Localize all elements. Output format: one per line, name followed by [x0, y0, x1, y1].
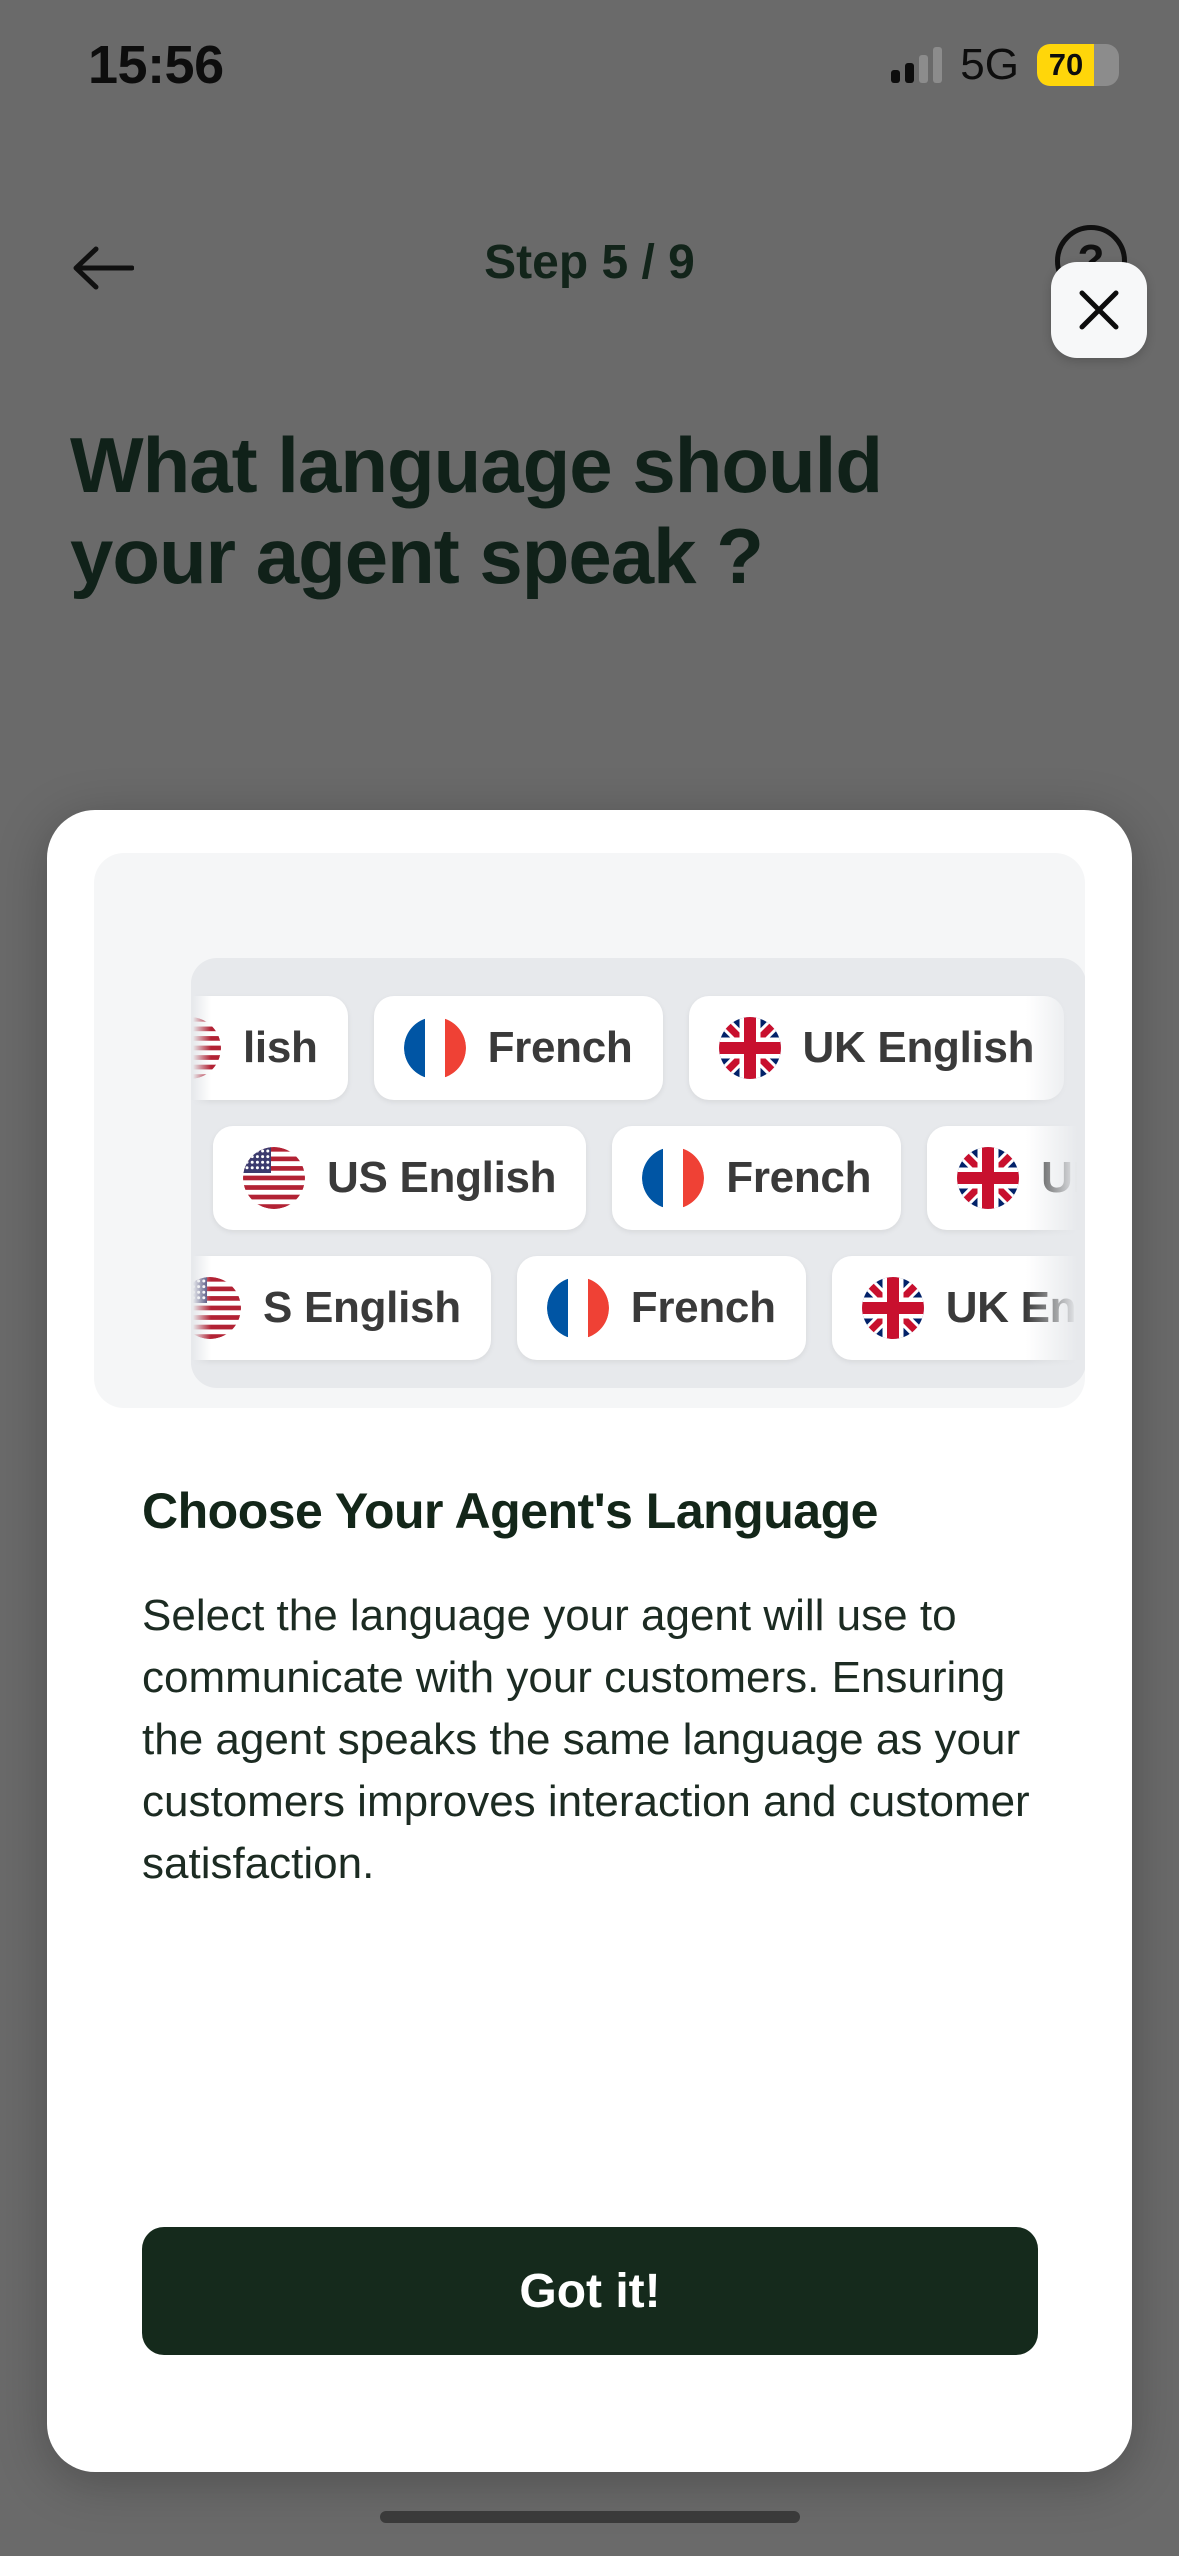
status-bar: 15:56 5G 70: [0, 0, 1179, 130]
home-indicator[interactable]: [379, 2511, 800, 2523]
language-chip-label: UK En: [945, 1283, 1077, 1332]
nav-header: Step 5 / 9 ?: [0, 215, 1179, 358]
language-chip-label: lish: [243, 1023, 318, 1072]
language-chip-label: French: [726, 1153, 872, 1202]
language-chip[interactable]: S English: [191, 1256, 491, 1360]
language-chip[interactable]: lish: [191, 996, 348, 1100]
language-chip-label: US English: [327, 1153, 557, 1202]
modal-heading: Choose Your Agent's Language: [142, 1483, 878, 1539]
language-chip-label: French: [630, 1283, 776, 1332]
language-chip-label: UK English: [1041, 1153, 1085, 1202]
got-it-button[interactable]: Got it!: [142, 2227, 1038, 2355]
language-chip[interactable]: US English: [213, 1126, 587, 1230]
language-chip[interactable]: French: [516, 1256, 806, 1360]
status-indicators: 5G 70: [891, 40, 1119, 90]
us-flag: [191, 1017, 221, 1079]
phone-screen: 15:56 5G 70 Step 5 / 9 ? What language s…: [0, 0, 1179, 2556]
gb-flag: [861, 1277, 924, 1339]
language-chip-row: US English French UK English: [213, 1126, 1085, 1230]
language-chip-row: S English French UK En: [191, 1256, 1085, 1360]
gb-flag: [718, 1017, 781, 1079]
language-chip[interactable]: French: [373, 996, 663, 1100]
modal-body-text: Select the language your agent will use …: [142, 1591, 1030, 1889]
onboarding-tooltip-modal: lish French UK English US English French UK E…: [47, 810, 1132, 2472]
got-it-label: Got it!: [519, 2264, 661, 2318]
language-chip-label: S English: [263, 1283, 461, 1332]
network-type-label: 5G: [960, 40, 1019, 89]
language-chip-panel: lish French UK English US English French UK E…: [191, 958, 1085, 1388]
close-button[interactable]: [1051, 262, 1147, 358]
language-chip[interactable]: UK English: [688, 996, 1065, 1100]
battery-icon: 70: [1037, 44, 1119, 86]
preview-illustration: lish French UK English US English French UK E…: [94, 853, 1085, 1408]
page-title: What language should your agent speak ?: [70, 421, 883, 601]
fr-flag: [403, 1017, 466, 1079]
language-chip[interactable]: UK En: [831, 1256, 1085, 1360]
battery-percent-label: 70: [1048, 47, 1084, 82]
close-icon: [1079, 290, 1119, 330]
language-chip-row: lish French UK English: [191, 996, 1065, 1100]
language-chip-label: UK English: [802, 1023, 1035, 1072]
fr-flag: [546, 1277, 609, 1339]
language-chip[interactable]: UK English: [927, 1126, 1085, 1230]
us-flag: [243, 1147, 305, 1209]
us-flag: [191, 1277, 241, 1339]
signal-strength-icon: [891, 47, 943, 83]
status-time: 15:56: [88, 35, 224, 95]
step-progress-label: Step 5 / 9: [484, 236, 695, 289]
fr-flag: [642, 1147, 705, 1209]
gb-flag: [957, 1147, 1020, 1209]
language-chip[interactable]: French: [612, 1126, 902, 1230]
language-chip-label: French: [487, 1023, 633, 1072]
